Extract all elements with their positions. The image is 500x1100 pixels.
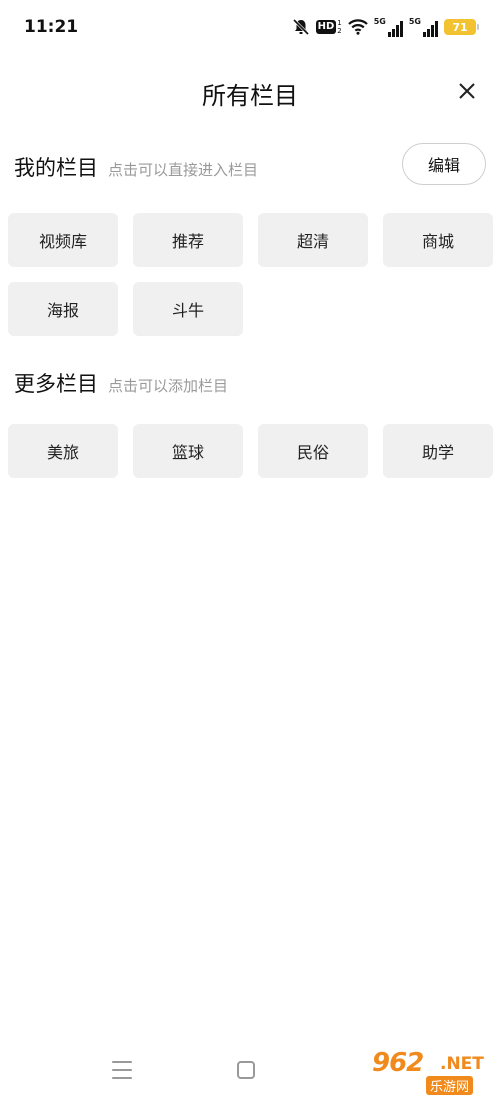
more-section-hint: 点击可以添加栏目: [108, 377, 229, 395]
my-section-title: 我的栏目: [14, 156, 98, 180]
hd-voice-icon: HD 1 2: [315, 19, 342, 35]
battery-icon: 71: [444, 19, 479, 35]
signal-5g-icon-2: 5G: [409, 17, 438, 37]
close-button[interactable]: [452, 76, 482, 106]
page-header: 所有栏目: [0, 66, 500, 116]
bell-muted-icon: [292, 17, 310, 37]
site-watermark-logo: 962 .NET 乐游网: [372, 1048, 484, 1095]
more-section-title: 更多栏目: [14, 372, 98, 396]
close-icon: [459, 83, 475, 99]
recent-apps-button[interactable]: [112, 1061, 132, 1079]
channel-chip-poster[interactable]: 海报: [8, 282, 118, 336]
page-title: 所有栏目: [202, 82, 298, 110]
signal-5g-icon: 5G: [374, 17, 403, 37]
channel-chip-video-library[interactable]: 视频库: [8, 213, 118, 267]
home-button[interactable]: [237, 1061, 255, 1079]
edit-button[interactable]: 编辑: [402, 143, 486, 185]
channel-chip-hd[interactable]: 超清: [258, 213, 368, 267]
my-channel-grid: 视频库 推荐 超清 商城 海报 斗牛: [8, 213, 494, 336]
status-time: 11:21: [24, 17, 79, 37]
channel-chip-recommend[interactable]: 推荐: [133, 213, 243, 267]
channel-chip-mall[interactable]: 商城: [383, 213, 493, 267]
channel-chip-travel[interactable]: 美旅: [8, 424, 118, 478]
my-section-header: 我的栏目 点击可以直接进入栏目: [14, 152, 258, 182]
status-bar: 11:21 HD 1 2 5G 5G 71: [0, 0, 500, 56]
channel-chip-bullfight[interactable]: 斗牛: [133, 282, 243, 336]
channel-chip-study-aid[interactable]: 助学: [383, 424, 493, 478]
my-section-hint: 点击可以直接进入栏目: [108, 161, 259, 179]
channel-chip-folk[interactable]: 民俗: [258, 424, 368, 478]
more-section-header: 更多栏目 点击可以添加栏目: [14, 368, 228, 398]
more-channel-grid: 美旅 篮球 民俗 助学: [8, 424, 494, 478]
channel-chip-basketball[interactable]: 篮球: [133, 424, 243, 478]
wifi-icon: [347, 17, 368, 37]
status-icons: HD 1 2 5G 5G 71: [292, 16, 479, 38]
